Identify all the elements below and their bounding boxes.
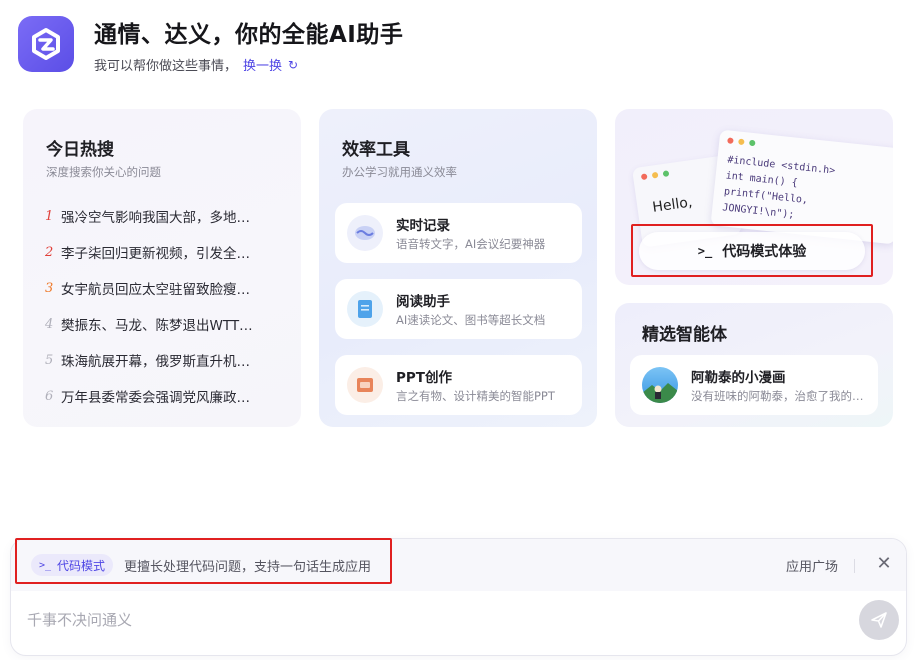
agent-desc: 没有班味的阿勒泰，治愈了我的…	[691, 389, 864, 403]
logo-icon	[32, 28, 60, 60]
hot-search-text: 万年县委常委会强调党风廉政…	[61, 390, 250, 406]
refresh-link[interactable]: 换一换	[243, 55, 282, 74]
hot-search-rank: 2	[45, 244, 54, 260]
hot-search-text: 樊振东、马龙、陈梦退出WTT…	[61, 318, 253, 334]
tool-item-ppt-creation[interactable]: PPT创作 言之有物、设计精美的智能PPT	[335, 355, 582, 415]
chat-input[interactable]: 千事不决问通义	[27, 609, 132, 630]
send-button[interactable]	[859, 600, 899, 640]
hot-search-rank: 4	[45, 316, 54, 332]
recording-icon	[347, 215, 383, 251]
hot-search-rank: 5	[45, 352, 54, 368]
tool-desc: 言之有物、设计精美的智能PPT	[396, 389, 555, 403]
divider	[854, 559, 855, 573]
hot-search-text: 珠海航展开幕，俄罗斯直升机…	[61, 354, 250, 370]
agent-avatar	[642, 367, 678, 403]
featured-agents-card: 精选智能体 阿勒泰的小漫画 没有班味的阿勒泰，治愈了我的…	[615, 303, 893, 427]
highlight-box	[631, 224, 873, 277]
tool-name: 实时记录	[396, 218, 450, 234]
page-title: 通情、达义，你的全能AI助手	[94, 22, 404, 48]
hot-search-item[interactable]: 3 女宇航员回应太空驻留致脸瘦…	[45, 276, 285, 300]
tool-name: PPT创作	[396, 370, 452, 386]
hot-search-text: 女宇航员回应太空驻留致脸瘦…	[61, 282, 250, 298]
subtitle-text: 我可以帮你做这些事情，	[94, 59, 238, 74]
hot-search-rank: 6	[45, 388, 54, 404]
hot-search-title: 今日热搜	[46, 140, 114, 160]
tool-desc: AI速读论文、图书等超长文档	[396, 313, 546, 327]
hot-search-item[interactable]: 1 强冷空气影响我国大部，多地…	[45, 204, 285, 228]
hello-text: Hello,	[651, 194, 694, 216]
send-icon	[871, 612, 887, 628]
hot-search-subtitle: 深度搜索你关心的问题	[46, 165, 161, 179]
hot-search-item[interactable]: 4 樊振东、马龙、陈梦退出WTT…	[45, 312, 285, 336]
agent-name: 阿勒泰的小漫画	[691, 370, 786, 386]
hot-search-rank: 3	[45, 280, 54, 296]
tools-title: 效率工具	[342, 140, 410, 160]
efficiency-tools-card: 效率工具 办公学习就用通义效率 实时记录 语音转文字，AI会议纪要神器 阅读助手…	[319, 109, 597, 427]
ppt-icon	[347, 367, 383, 403]
page-subtitle: 我可以帮你做这些事情， 换一换 ↻	[94, 55, 298, 75]
refresh-icon[interactable]: ↻	[288, 58, 298, 72]
tool-item-realtime-record[interactable]: 实时记录 语音转文字，AI会议纪要神器	[335, 203, 582, 263]
tool-name: 阅读助手	[396, 294, 450, 310]
document-icon	[347, 291, 383, 327]
hot-search-text: 李子柒回归更新视频，引发全…	[61, 246, 250, 262]
tools-subtitle: 办公学习就用通义效率	[342, 165, 457, 179]
tool-desc: 语音转文字，AI会议纪要神器	[396, 237, 546, 251]
code-line: JONGYI!\n");	[721, 202, 795, 221]
hot-search-text: 强冷空气影响我国大部，多地…	[61, 210, 250, 226]
highlight-box	[15, 538, 392, 584]
app-square-link[interactable]: 应用广场	[786, 556, 838, 575]
hot-search-rank: 1	[45, 208, 54, 224]
tool-item-reading-assistant[interactable]: 阅读助手 AI速读论文、图书等超长文档	[335, 279, 582, 339]
agents-title: 精选智能体	[642, 325, 727, 345]
hot-search-item[interactable]: 2 李子柒回归更新视频，引发全…	[45, 240, 285, 264]
hot-search-card: 今日热搜 深度搜索你关心的问题 1 强冷空气影响我国大部，多地… 2 李子柒回归更新视…	[23, 109, 301, 427]
code-line: int main() {	[725, 170, 799, 189]
app-logo	[18, 16, 74, 72]
agent-item-altay-comic[interactable]: 阿勒泰的小漫画 没有班味的阿勒泰，治愈了我的…	[630, 355, 878, 415]
hot-search-item[interactable]: 6 万年县委常委会强调党风廉政…	[45, 384, 285, 408]
hot-search-item[interactable]: 5 珠海航展开幕，俄罗斯直升机…	[45, 348, 285, 372]
close-icon[interactable]: ✕	[873, 552, 895, 576]
